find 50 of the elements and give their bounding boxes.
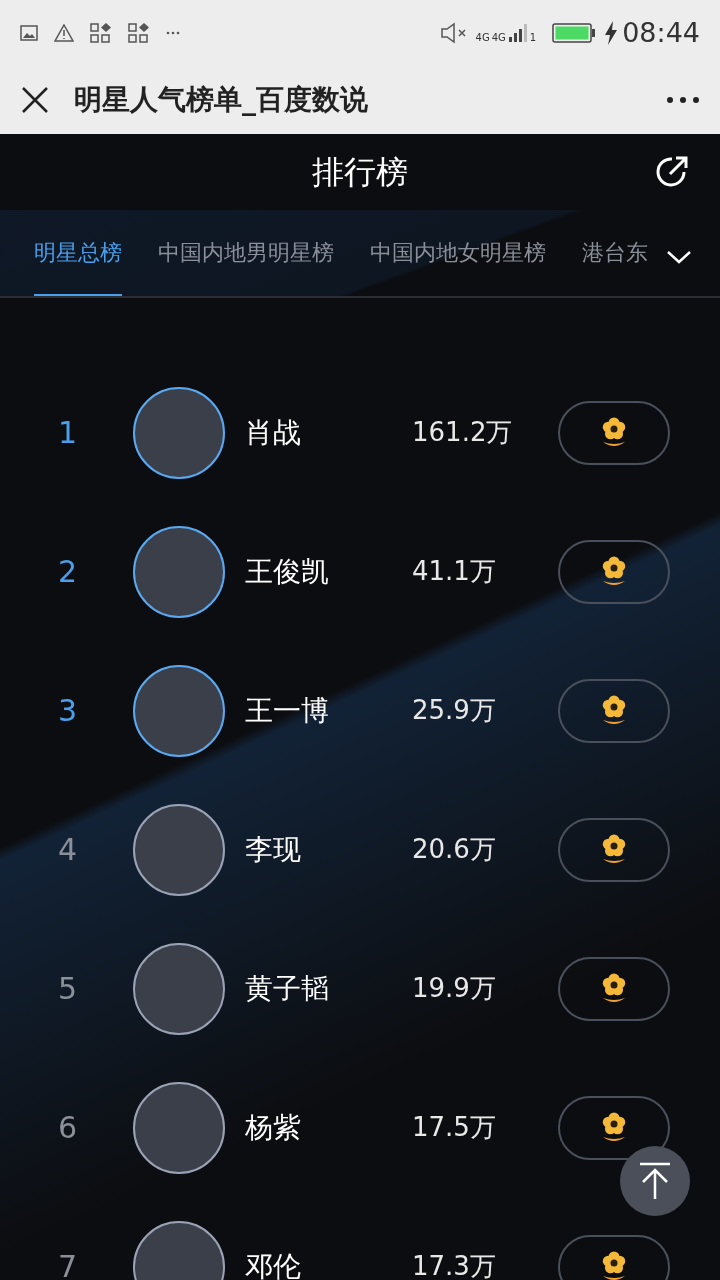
page-title: 明星人气榜单_百度数说 <box>74 82 368 118</box>
image-icon <box>20 25 38 41</box>
network-label: 4G <box>491 33 506 43</box>
popularity-score: 17.3万 <box>412 1250 497 1280</box>
tab[interactable]: 中国内地男明星榜 <box>158 210 334 296</box>
star-name: 黄子韬 <box>245 970 330 1007</box>
popularity-score: 17.5万 <box>412 1111 497 1144</box>
star-name: 王俊凯 <box>245 553 330 590</box>
rank-number: 7 <box>57 1248 79 1280</box>
star-name: 王一博 <box>245 692 330 729</box>
mute-icon <box>439 22 468 44</box>
rank-number: 2 <box>57 553 79 591</box>
rank-number: 4 <box>57 831 79 869</box>
warning-icon <box>54 24 74 42</box>
popularity-score: 25.9万 <box>412 694 497 727</box>
rank-number: 5 <box>57 970 79 1008</box>
close-icon[interactable] <box>20 85 50 115</box>
star-name: 肖战 <box>245 414 302 451</box>
network-label: 4G <box>475 33 490 43</box>
more-icon[interactable] <box>666 96 700 104</box>
send-flower-button[interactable] <box>558 678 670 743</box>
sim-label: 1 <box>529 33 537 43</box>
clock: 08:44 <box>622 15 700 50</box>
star-name: 杨紫 <box>245 1109 302 1146</box>
header-title: 排行榜 <box>312 152 408 193</box>
tab[interactable]: 中国内地女明星榜 <box>370 210 546 296</box>
send-flower-button[interactable] <box>558 817 670 882</box>
more-icon <box>166 31 180 35</box>
send-flower-button[interactable] <box>558 956 670 1021</box>
popularity-score: 161.2万 <box>412 416 514 449</box>
send-flower-button[interactable] <box>558 1234 670 1280</box>
apps-icon <box>128 22 150 44</box>
popularity-score: 19.9万 <box>412 972 497 1005</box>
apps-icon <box>90 22 112 44</box>
tab[interactable]: 明星总榜 <box>34 210 122 296</box>
star-name: 邓伦 <box>245 1248 302 1280</box>
charging-icon <box>604 21 619 45</box>
chevron-down-icon[interactable] <box>666 250 692 264</box>
signal-icon <box>507 23 528 43</box>
send-flower-button[interactable] <box>558 400 670 465</box>
send-flower-button[interactable] <box>558 539 670 604</box>
star-name: 李现 <box>245 831 302 868</box>
rank-number: 3 <box>57 692 79 730</box>
arrow-up-icon <box>638 1162 672 1200</box>
tab[interactable]: 港台东 <box>582 210 648 296</box>
rank-number: 6 <box>57 1109 79 1147</box>
popularity-score: 41.1万 <box>412 555 497 588</box>
popularity-score: 20.6万 <box>412 833 497 866</box>
battery-icon <box>552 23 597 43</box>
rank-number: 1 <box>57 414 79 452</box>
